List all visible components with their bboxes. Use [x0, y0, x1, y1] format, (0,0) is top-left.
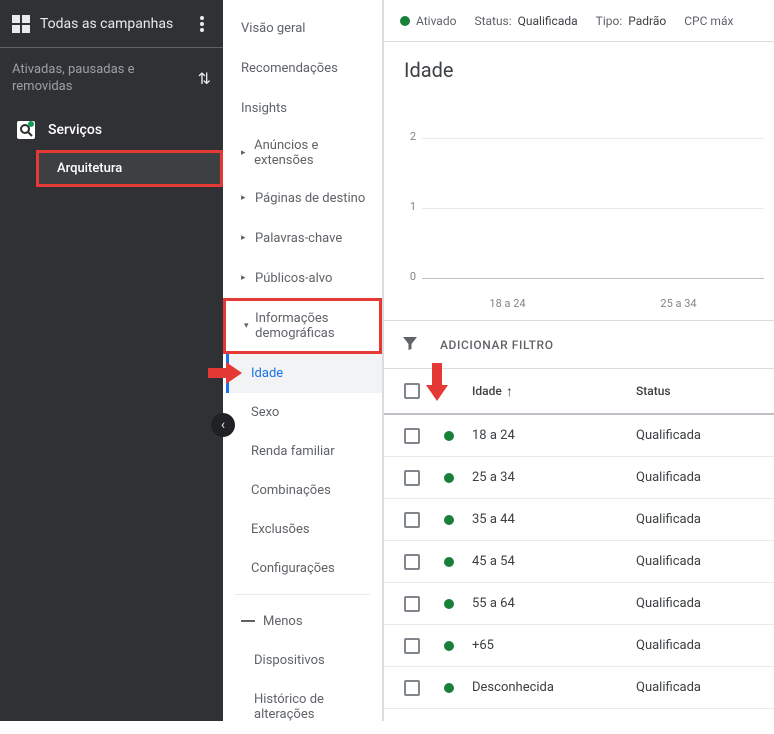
- nav-menos[interactable]: Menos: [223, 601, 382, 641]
- nav-sub-sexo[interactable]: Sexo: [226, 393, 382, 432]
- row-checkbox[interactable]: [404, 638, 420, 654]
- nav-sub-configuracoes[interactable]: Configurações: [226, 549, 382, 588]
- chevron-down-icon: ▾: [244, 321, 251, 331]
- cell-age: 55 a 64: [466, 596, 636, 611]
- cell-age: Desconhecida: [466, 680, 636, 695]
- row-checkbox[interactable]: [404, 428, 420, 444]
- row-checkbox[interactable]: [404, 680, 420, 696]
- chevron-right-icon: ▸: [241, 273, 251, 283]
- table-row[interactable]: 35 a 44 Qualificada: [384, 499, 774, 541]
- status-enabled[interactable]: Ativado: [400, 14, 456, 28]
- sidebar-item-services[interactable]: Serviços: [0, 110, 223, 150]
- chevron-right-icon: ▸: [241, 193, 251, 203]
- status-dot-icon: [400, 16, 410, 26]
- table-header: Idade ↑ Status: [384, 369, 774, 415]
- sidebar-left-dark: Todas as campanhas Ativadas, pausadas e …: [0, 0, 223, 721]
- sidebar-title[interactable]: Todas as campanhas: [40, 16, 193, 32]
- chevron-right-icon: ▸: [241, 148, 250, 158]
- sidebar-filter-label[interactable]: Ativadas, pausadas e removidas ⇅: [0, 48, 223, 110]
- filter-icon: [400, 333, 420, 357]
- table-row[interactable]: 18 a 24 Qualificada: [384, 415, 774, 457]
- age-table: Idade ↑ Status 18 a 24 Qualificada 25 a …: [384, 368, 774, 709]
- nav-publicos-alvo[interactable]: ▸Públicos-alvo: [223, 258, 382, 298]
- main-content: Ativado Status: Qualificada Tipo: Padrão…: [383, 0, 774, 721]
- status-dot-icon: [444, 515, 454, 525]
- nav-recomendacoes[interactable]: Recomendações: [223, 48, 382, 88]
- table-row[interactable]: +65 Qualificada: [384, 625, 774, 667]
- cell-status: Qualificada: [636, 554, 766, 569]
- row-checkbox[interactable]: [404, 596, 420, 612]
- nav-sub-renda[interactable]: Renda familiar: [226, 432, 382, 471]
- collapse-sidebar-handle[interactable]: ‹: [211, 413, 235, 437]
- nav-sub-historico[interactable]: Histórico de alterações: [223, 680, 382, 734]
- swap-vert-icon[interactable]: ⇅: [198, 69, 211, 88]
- nav-paginas-destino[interactable]: ▸Páginas de destino: [223, 178, 382, 218]
- cell-age: +65: [466, 638, 636, 653]
- cell-status: Qualificada: [636, 596, 766, 611]
- row-checkbox[interactable]: [404, 554, 420, 570]
- sort-ascending-icon: ↑: [506, 383, 513, 400]
- table-row[interactable]: 45 a 54 Qualificada: [384, 541, 774, 583]
- status-dot-icon: [444, 473, 454, 483]
- cell-age: 25 a 34: [466, 470, 636, 485]
- minus-icon: [241, 620, 255, 622]
- status-dot-icon: [444, 599, 454, 609]
- status-qualification[interactable]: Status: Qualificada: [474, 14, 577, 28]
- page-title: Idade: [384, 42, 774, 90]
- status-dot-icon: [444, 683, 454, 693]
- nav-sub-idade[interactable]: Idade: [226, 354, 382, 393]
- status-dot-icon: [444, 641, 454, 651]
- column-status-header[interactable]: Status: [636, 384, 766, 398]
- table-row[interactable]: Desconhecida Qualificada: [384, 667, 774, 709]
- status-dot-icon: [444, 557, 454, 567]
- table-row[interactable]: 55 a 64 Qualificada: [384, 583, 774, 625]
- filter-bar[interactable]: ADICIONAR FILTRO: [384, 320, 774, 368]
- sidebar-item-arquitetura[interactable]: Arquitetura: [36, 150, 223, 187]
- row-checkbox[interactable]: [404, 512, 420, 528]
- panel-nav: Visão geral Recomendações Insights ▸Anún…: [223, 0, 383, 721]
- select-all-checkbox[interactable]: [404, 383, 420, 399]
- table-row[interactable]: 25 a 34 Qualificada: [384, 457, 774, 499]
- nav-sub-combinacoes[interactable]: Combinações: [226, 471, 382, 510]
- chart-area: 2 1 0 18 a 24 25 a 34: [384, 90, 774, 320]
- status-dot-icon: [444, 431, 454, 441]
- row-checkbox[interactable]: [404, 470, 420, 486]
- search-campaign-icon: [16, 120, 36, 140]
- annotation-arrow-vertical: [426, 363, 448, 403]
- sidebar-header: Todas as campanhas: [0, 0, 223, 48]
- nav-insights[interactable]: Insights: [223, 88, 382, 128]
- status-cpc[interactable]: CPC máx: [684, 14, 733, 28]
- nav-anuncios[interactable]: ▸Anúncios e extensões: [223, 128, 382, 178]
- cell-status: Qualificada: [636, 428, 766, 443]
- cell-age: 18 a 24: [466, 428, 636, 443]
- cell-age: 35 a 44: [466, 512, 636, 527]
- cell-status: Qualificada: [636, 680, 766, 695]
- status-type[interactable]: Tipo: Padrão: [596, 14, 667, 28]
- cell-status: Qualificada: [636, 638, 766, 653]
- column-age-header[interactable]: Idade ↑: [466, 383, 636, 400]
- nav-sub-dispositivos[interactable]: Dispositivos: [223, 641, 382, 680]
- chevron-right-icon: ▸: [241, 233, 251, 243]
- nav-sub-exclusoes[interactable]: Exclusões: [226, 510, 382, 549]
- status-bar: Ativado Status: Qualificada Tipo: Padrão…: [384, 0, 774, 42]
- nav-palavras-chave[interactable]: ▸Palavras-chave: [223, 218, 382, 258]
- x-tick: 25 a 34: [660, 297, 696, 310]
- apps-grid-icon[interactable]: [12, 15, 30, 33]
- more-vert-icon[interactable]: [193, 16, 211, 32]
- cell-age: 45 a 54: [466, 554, 636, 569]
- cell-status: Qualificada: [636, 470, 766, 485]
- nav-informacoes-demograficas[interactable]: ▾ Informações demográficas: [223, 298, 382, 354]
- cell-status: Qualificada: [636, 512, 766, 527]
- nav-visao-geral[interactable]: Visão geral: [223, 8, 382, 48]
- x-tick: 18 a 24: [489, 297, 525, 310]
- annotation-arrow-horizontal: [208, 362, 244, 384]
